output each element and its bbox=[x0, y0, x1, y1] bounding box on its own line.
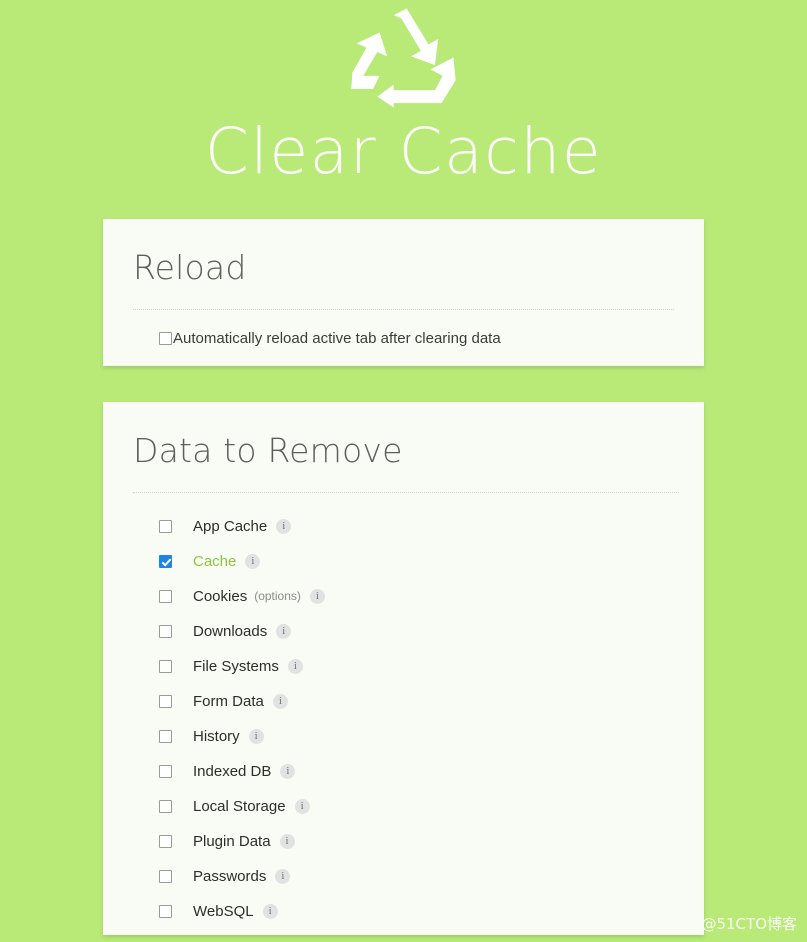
info-icon[interactable]: i bbox=[262, 903, 278, 919]
data-item-checkbox[interactable] bbox=[159, 519, 172, 533]
data-item-checkbox[interactable] bbox=[159, 764, 172, 778]
list-item[interactable]: Plugin Data i bbox=[159, 824, 674, 859]
data-item-label: Downloads bbox=[193, 622, 268, 640]
list-item[interactable]: Cache i bbox=[159, 544, 674, 579]
auto-reload-checkbox[interactable] bbox=[159, 331, 172, 345]
watermark: @51CTO博客 bbox=[701, 915, 797, 933]
info-icon[interactable]: i bbox=[276, 518, 292, 534]
list-item[interactable]: Form Data i bbox=[159, 684, 674, 719]
data-item-checkbox[interactable] bbox=[159, 659, 172, 673]
list-item[interactable]: File Systems i bbox=[159, 649, 674, 684]
data-item-label: App Cache bbox=[193, 517, 268, 535]
info-icon[interactable]: i bbox=[294, 798, 310, 814]
data-item-label: WebSQL bbox=[193, 902, 254, 920]
auto-reload-row[interactable]: Automatically reload active tab after cl… bbox=[133, 330, 674, 347]
info-icon[interactable]: i bbox=[275, 868, 291, 884]
info-icon[interactable]: i bbox=[280, 763, 296, 779]
cookies-options-link[interactable]: (options) bbox=[254, 589, 301, 603]
data-item-label: Passwords bbox=[193, 867, 267, 885]
data-item-checkbox[interactable] bbox=[159, 799, 172, 813]
info-icon[interactable]: i bbox=[279, 833, 295, 849]
data-item-label: History bbox=[193, 727, 240, 745]
list-item[interactable]: Local Storage i bbox=[159, 789, 674, 824]
data-item-label: Plugin Data bbox=[193, 832, 271, 850]
app-header: Clear Cache bbox=[0, 0, 807, 183]
data-item-checkbox[interactable] bbox=[159, 834, 172, 848]
list-item[interactable]: Indexed DB i bbox=[159, 754, 674, 789]
data-to-remove-list: App Cache i Cache i Cookies (options) i Downloa… bbox=[133, 509, 674, 929]
info-icon[interactable]: i bbox=[272, 693, 288, 709]
info-icon[interactable]: i bbox=[309, 588, 325, 604]
reload-card-title: Reload bbox=[133, 248, 247, 287]
data-to-remove-card: Data to Remove App Cache i Cache i Cookies (o… bbox=[103, 402, 704, 935]
data-item-label: Form Data bbox=[193, 692, 264, 710]
reload-card-divider bbox=[133, 308, 674, 310]
list-item[interactable]: Downloads i bbox=[159, 614, 674, 649]
info-icon[interactable]: i bbox=[287, 658, 303, 674]
data-item-checkbox[interactable] bbox=[159, 869, 172, 883]
data-card-title: Data to Remove bbox=[133, 431, 403, 470]
data-item-label: Cookies bbox=[193, 587, 248, 605]
recycle-icon bbox=[350, 8, 456, 108]
list-item[interactable]: WebSQL i bbox=[159, 894, 674, 929]
data-item-checkbox[interactable] bbox=[159, 554, 172, 568]
reload-card: Reload Automatically reload active tab a… bbox=[103, 219, 704, 366]
list-item[interactable]: History i bbox=[159, 719, 674, 754]
data-item-checkbox[interactable] bbox=[159, 904, 172, 918]
data-card-divider bbox=[133, 491, 679, 493]
data-item-label: File Systems bbox=[193, 657, 279, 675]
data-item-label: Indexed DB bbox=[193, 762, 272, 780]
data-item-label: Cache bbox=[193, 552, 237, 570]
data-item-checkbox[interactable] bbox=[159, 589, 172, 603]
info-icon[interactable]: i bbox=[248, 728, 264, 744]
page-title: Clear Cache bbox=[204, 115, 603, 188]
info-icon[interactable]: i bbox=[245, 553, 261, 569]
info-icon[interactable]: i bbox=[276, 623, 292, 639]
data-item-checkbox[interactable] bbox=[159, 624, 172, 638]
auto-reload-label: Automatically reload active tab after cl… bbox=[173, 329, 501, 347]
data-item-checkbox[interactable] bbox=[159, 729, 172, 743]
data-item-checkbox[interactable] bbox=[159, 694, 172, 708]
list-item[interactable]: App Cache i bbox=[159, 509, 674, 544]
data-item-label: Local Storage bbox=[193, 797, 286, 815]
list-item[interactable]: Cookies (options) i bbox=[159, 579, 674, 614]
list-item[interactable]: Passwords i bbox=[159, 859, 674, 894]
